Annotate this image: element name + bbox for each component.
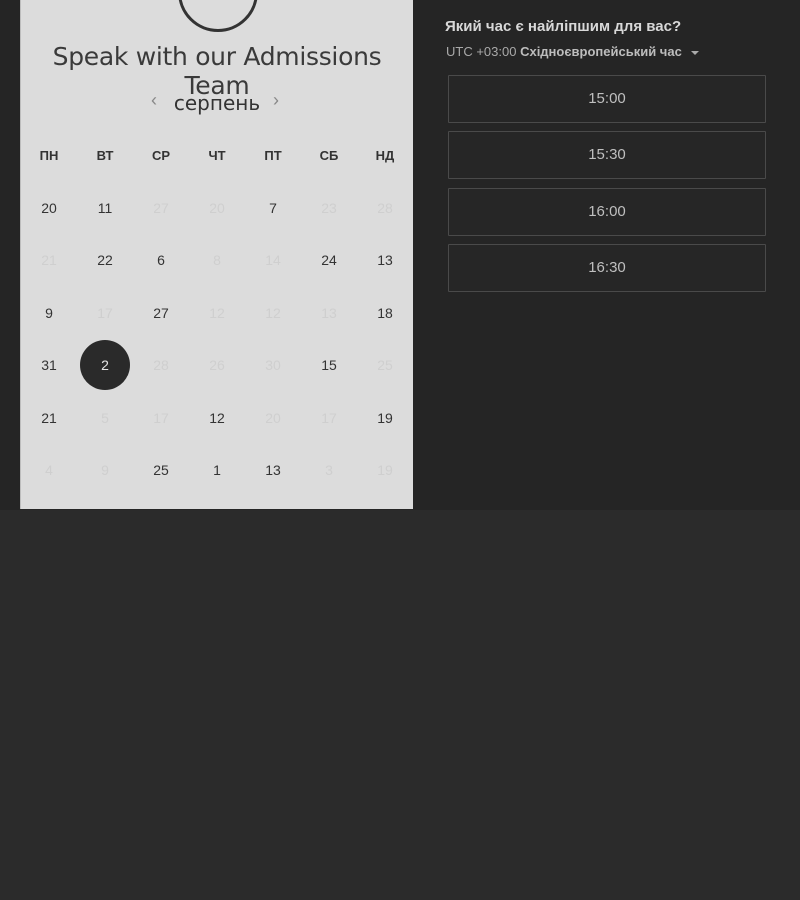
calendar-day[interactable]: 13 <box>304 288 354 338</box>
calendar-day[interactable]: 28 <box>360 183 410 233</box>
calendar-card: Speak with our Admissions Team ‹ серпень… <box>20 0 413 509</box>
calendar-day[interactable]: 13 <box>360 235 410 285</box>
time-question: Який час є найліпшим для вас? <box>445 18 682 35</box>
weekday-label: ЧТ <box>208 148 226 163</box>
weekday-label: СБ <box>319 148 339 163</box>
chevron-right-icon[interactable]: › <box>273 90 279 111</box>
calendar-day[interactable]: 1 <box>192 445 242 495</box>
calendar-day[interactable]: 8 <box>192 235 242 285</box>
calendar-day[interactable]: 12 <box>248 288 298 338</box>
calendar-day[interactable]: 26 <box>192 340 242 390</box>
calendar-day[interactable]: 19 <box>360 445 410 495</box>
selected-day[interactable]: 2 <box>80 340 130 391</box>
calendar-day[interactable]: 15 <box>304 340 354 390</box>
calendar-day[interactable]: 9 <box>24 288 74 338</box>
calendar-day[interactable]: 7 <box>248 183 298 233</box>
calendar-day[interactable]: 17 <box>136 393 186 443</box>
timezone-name: Східноєвропейський час <box>520 44 682 59</box>
calendar-day[interactable]: 5 <box>80 393 130 443</box>
caret-down-icon <box>691 50 700 55</box>
logo <box>178 0 258 32</box>
calendar-day[interactable]: 12 <box>192 288 242 338</box>
timezone-selector[interactable]: UTC +03:00 Східноєвропейський час <box>446 44 700 59</box>
calendar-day[interactable]: 9 <box>80 445 130 495</box>
calendar-day[interactable]: 25 <box>136 445 186 495</box>
time-slot-button[interactable]: 16:30 <box>448 243 766 292</box>
calendar-day[interactable]: 14 <box>248 235 298 285</box>
calendar-day[interactable]: 27 <box>136 183 186 233</box>
calendar-day[interactable]: 21 <box>24 235 74 285</box>
calendar-day[interactable]: 25 <box>360 340 410 390</box>
calendar-day[interactable]: 4 <box>24 445 74 495</box>
calendar-day[interactable]: 31 <box>24 340 74 390</box>
time-slot-button[interactable]: 15:00 <box>448 75 766 123</box>
calendar-day[interactable]: 22 <box>80 235 130 285</box>
weekday-header: ПН ВТ СР ЧТ ПТ СБ НД <box>21 148 413 168</box>
weekday-label: НД <box>375 148 395 163</box>
calendar-day[interactable]: 21 <box>24 393 74 443</box>
weekday-label: ВТ <box>96 148 114 163</box>
weekday-label: СР <box>151 148 171 163</box>
calendar-day[interactable]: 17 <box>304 393 354 443</box>
calendar-day[interactable]: 28 <box>136 340 186 390</box>
calendar-day[interactable]: 13 <box>248 445 298 495</box>
time-slot-button[interactable]: 15:30 <box>448 131 766 180</box>
calendar-day[interactable]: 6 <box>136 235 186 285</box>
calendar-day[interactable]: 24 <box>304 235 354 285</box>
calendar-day[interactable]: 20 <box>192 183 242 233</box>
calendar-day[interactable]: 12 <box>192 393 242 443</box>
time-slot-button[interactable]: 16:00 <box>448 187 766 236</box>
weekday-label: ПТ <box>264 148 282 163</box>
calendar-day[interactable]: 20 <box>24 183 74 233</box>
calendar-day[interactable]: 17 <box>80 288 130 338</box>
timezone-offset: UTC +03:00 <box>446 44 517 59</box>
calendar-day[interactable]: 19 <box>360 393 410 443</box>
month-label: серпень <box>173 91 261 115</box>
calendar-day[interactable]: 30 <box>248 340 298 390</box>
calendar-day[interactable]: 20 <box>248 393 298 443</box>
month-navigation: ‹ серпень › <box>21 88 413 118</box>
calendar-day[interactable]: 27 <box>136 288 186 338</box>
weekday-label: ПН <box>39 148 59 163</box>
calendar-day[interactable]: 23 <box>304 183 354 233</box>
calendar-day[interactable]: 11 <box>80 183 130 233</box>
calendar-day[interactable]: 3 <box>304 445 354 495</box>
calendar-day[interactable]: 18 <box>360 288 410 338</box>
